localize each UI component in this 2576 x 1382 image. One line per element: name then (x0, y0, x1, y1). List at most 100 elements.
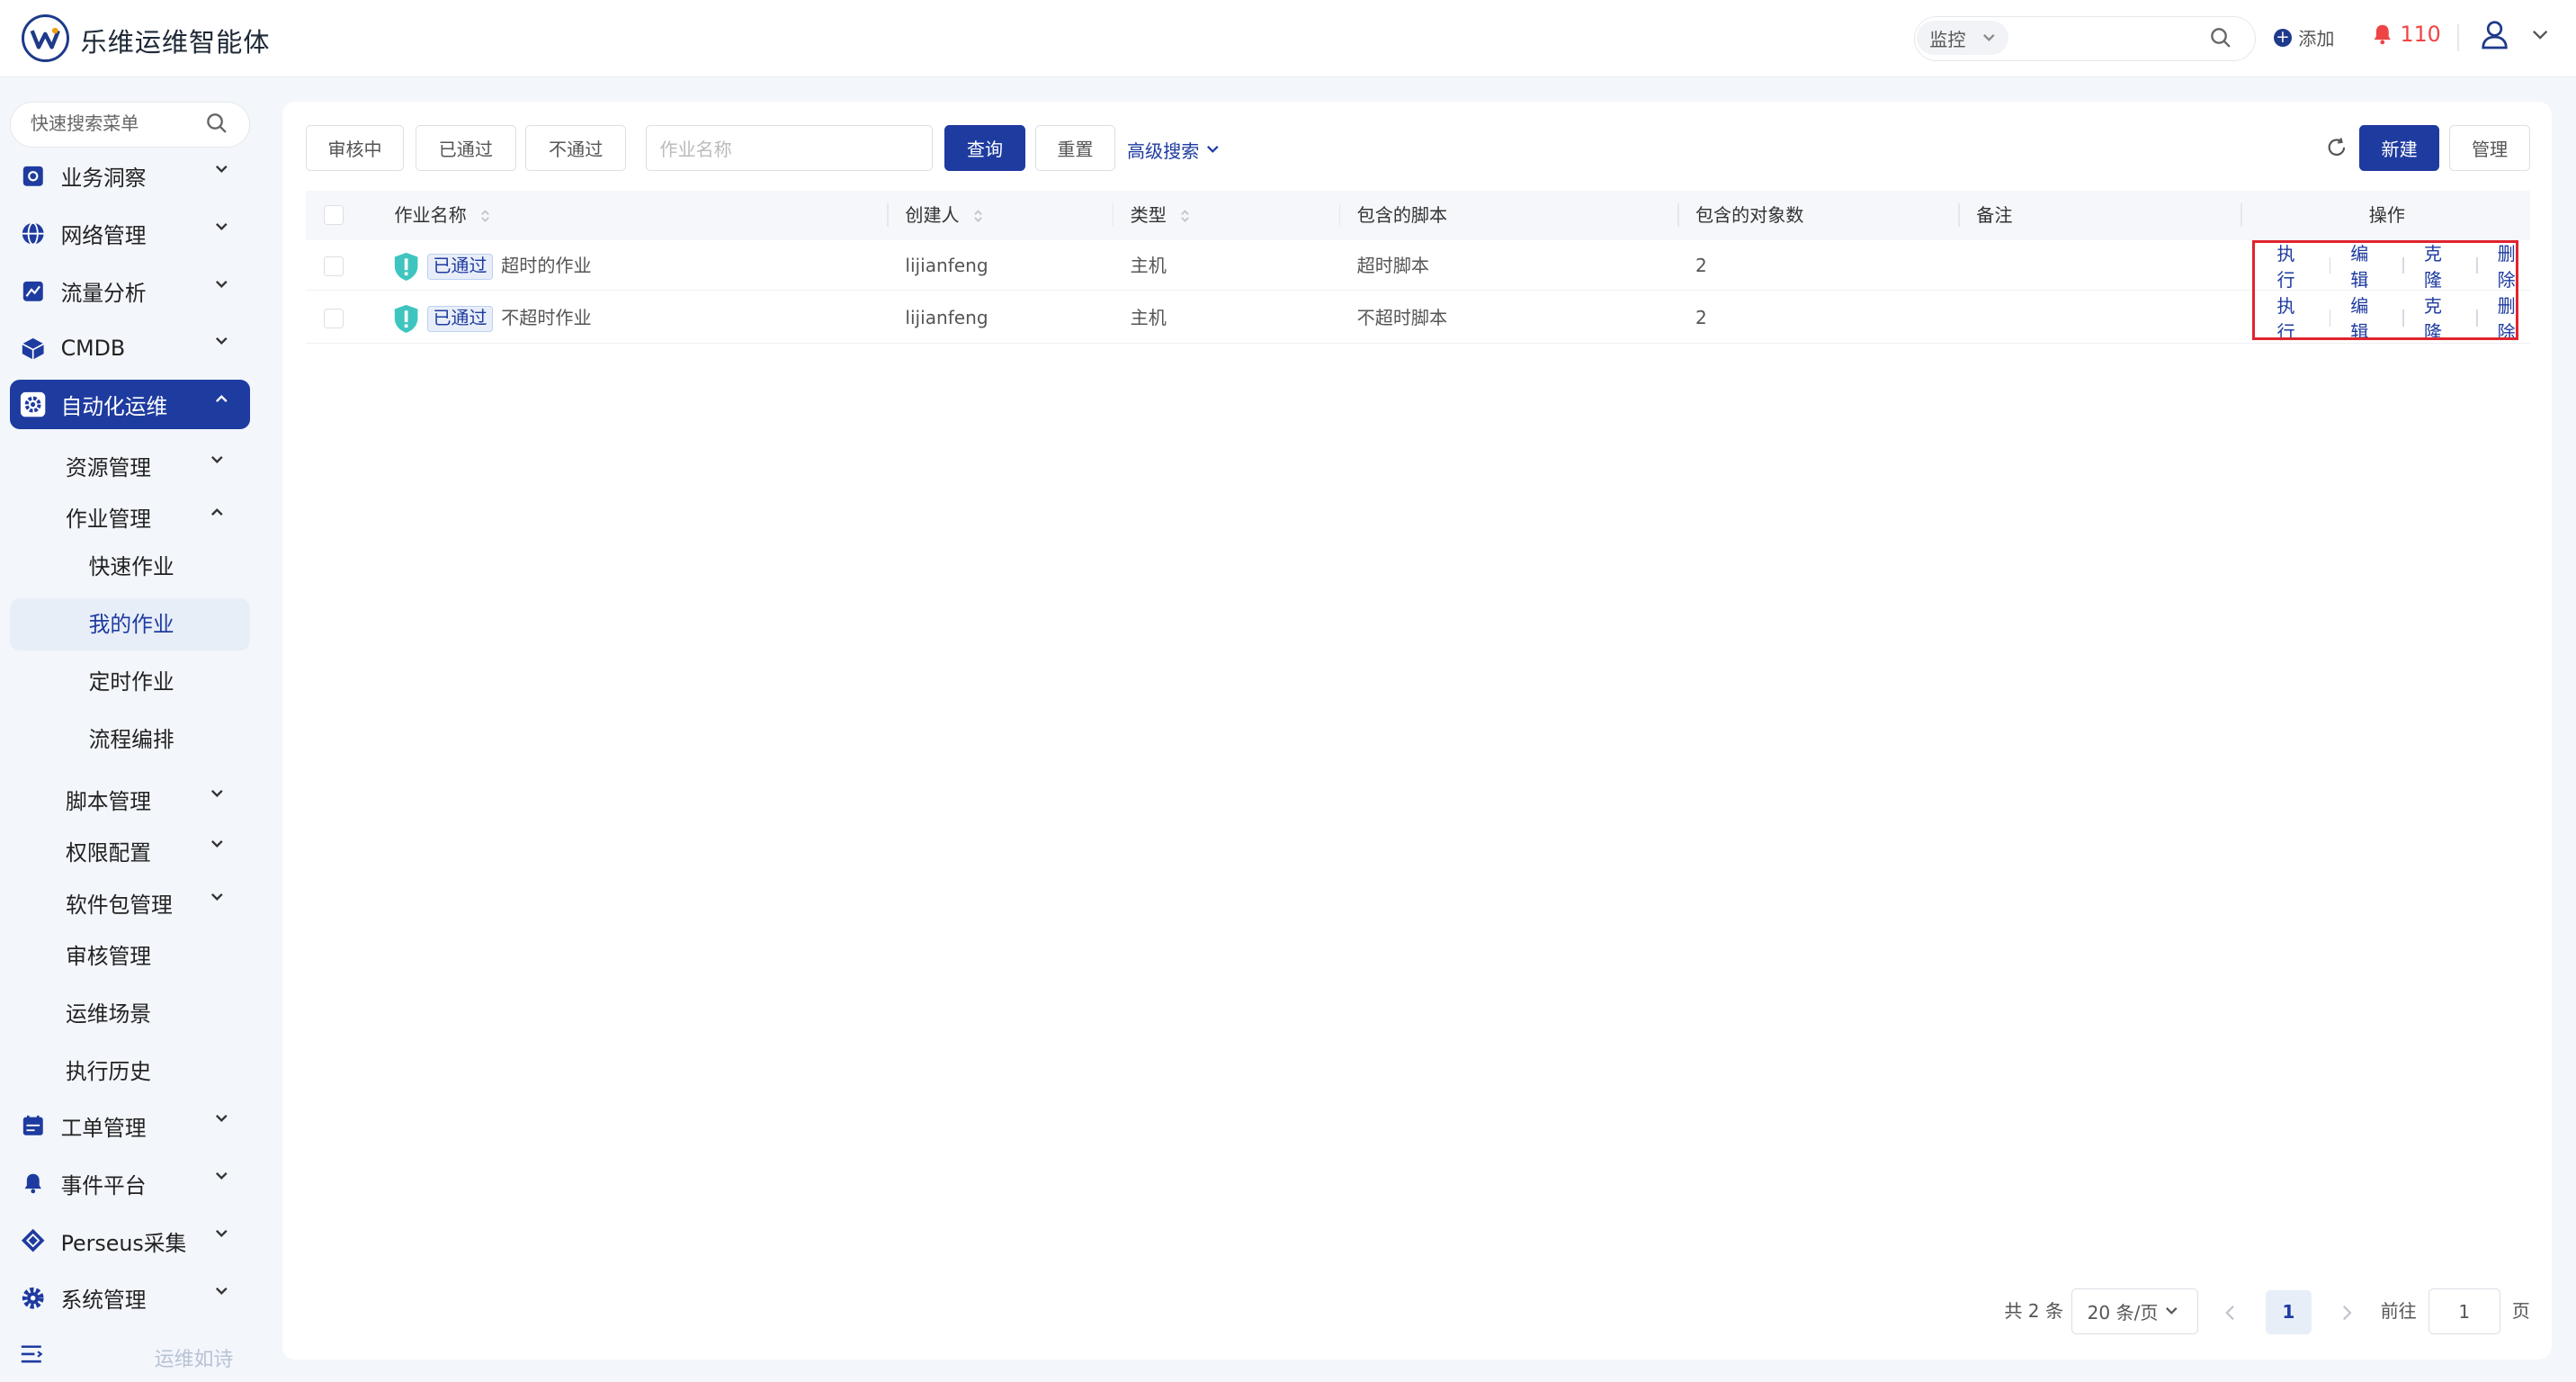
chevron-down-icon (216, 1115, 228, 1123)
type-cell: 主机 (1130, 254, 1167, 276)
search-icon[interactable] (206, 112, 228, 134)
select-all-checkbox[interactable] (323, 205, 344, 226)
column-header-note: 备注 (1976, 203, 2013, 226)
filter-passed-button[interactable]: 已通过 (416, 124, 516, 171)
sidebar-item-business-insight[interactable]: 业务洞察 (10, 151, 250, 201)
add-button[interactable]: + 添加 (2273, 24, 2334, 50)
global-search[interactable]: 监控 (1913, 16, 2256, 61)
sidebar-item-system[interactable]: 系统管理 (10, 1274, 250, 1324)
filter-rejected-button[interactable]: 不通过 (525, 124, 626, 171)
sidebar-leaf-scheduled-job[interactable]: 定时作业 (10, 656, 250, 708)
sidebar-sub-script[interactable]: 脚本管理 (66, 784, 223, 815)
object-count-cell: 2 (1695, 254, 1707, 276)
sidebar-item-traffic[interactable]: 流量分析 (10, 266, 250, 316)
next-page-icon[interactable] (2341, 1305, 2353, 1321)
refresh-icon[interactable] (2326, 137, 2348, 158)
bell-icon (20, 1170, 46, 1196)
column-header-type[interactable]: 类型 (1131, 191, 1191, 240)
goto-page-input[interactable]: 1 (2428, 1288, 2500, 1335)
prev-page-icon[interactable] (2224, 1305, 2236, 1321)
diamond-icon (20, 1227, 46, 1253)
leaf-label: 流程编排 (88, 726, 174, 752)
collapse-menu-icon[interactable] (20, 1344, 43, 1364)
chevron-down-icon[interactable] (2532, 30, 2548, 41)
page-size-label: 20 条/页 (2087, 1302, 2159, 1324)
sidebar-sub-job[interactable]: 作业管理 (66, 501, 223, 533)
plus-icon: + (2273, 28, 2292, 47)
goto-label: 前往 (2380, 1299, 2417, 1322)
sub-item-label: 资源管理 (66, 455, 151, 481)
column-header-actions: 操作 (2368, 203, 2405, 226)
app-title: 乐维运维智能体 (80, 26, 271, 58)
object-count-cell: 2 (1695, 307, 1707, 329)
job-name-input[interactable]: 作业名称 (645, 124, 934, 171)
search-icon[interactable] (2210, 27, 2232, 49)
row-checkbox[interactable] (323, 256, 344, 276)
query-button[interactable]: 查询 (944, 124, 1025, 171)
sidebar-leaf-workflow[interactable]: 流程编排 (10, 713, 250, 766)
sort-icon[interactable] (973, 208, 983, 224)
leaf-label: 定时作业 (88, 669, 174, 695)
script-cell: 不超时脚本 (1356, 307, 1448, 329)
main-card: 审核中 已通过 不通过 作业名称 查询 重置 高级搜索 新建 管理 作业名称 创… (282, 102, 2552, 1360)
column-divider (1338, 203, 1341, 228)
sidebar: 快速搜索菜单 业务洞察 网络管理 流量分析 CMDB 自动化运维 资源管理 作业… (0, 79, 263, 1382)
sidebar-item-cmdb[interactable]: CMDB (10, 324, 250, 373)
chevron-down-icon (210, 455, 223, 463)
new-button[interactable]: 新建 (2358, 124, 2440, 171)
advanced-search-label: 高级搜索 (1126, 139, 1200, 162)
job-name-placeholder: 作业名称 (659, 138, 732, 160)
sidebar-item-perseus[interactable]: Perseus采集 (10, 1216, 250, 1266)
advanced-search-link[interactable]: 高级搜索 (1127, 137, 1219, 163)
sidebar-sub-permission[interactable]: 权限配置 (66, 835, 223, 866)
manage-button[interactable]: 管理 (2449, 124, 2530, 171)
column-header-label: 类型 (1130, 203, 1167, 226)
sidebar-item-automation[interactable]: 自动化运维 (9, 379, 250, 429)
row-checkbox[interactable] (323, 309, 344, 329)
chevron-down-icon (216, 222, 228, 230)
table-row: 已通过 不超时作业 lijianfeng 主机 不超时脚本 2 执行 编辑 克隆 … (305, 292, 2530, 344)
menu-search-placeholder: 快速搜索菜单 (30, 112, 139, 135)
sidebar-sub-review[interactable]: 审核管理 (66, 938, 151, 970)
table-row: 已通过 超时的作业 lijianfeng 主机 超时脚本 2 执行 编辑 克隆 删… (305, 240, 2530, 292)
job-name-text[interactable]: 超时的作业 (501, 255, 591, 276)
column-divider (1677, 203, 1679, 228)
leaf-label: 我的作业 (88, 611, 174, 637)
column-header-name[interactable]: 作业名称 (394, 191, 490, 240)
column-header-creator[interactable]: 创建人 (905, 191, 983, 240)
alert-count: 110 (2400, 21, 2441, 47)
search-scope-select[interactable]: 监控 (1916, 20, 2008, 56)
sidebar-sub-package[interactable]: 软件包管理 (66, 887, 223, 919)
sidebar-item-event[interactable]: 事件平台 (10, 1159, 250, 1208)
chevron-down-icon (216, 337, 228, 346)
sidebar-item-label: 业务洞察 (60, 165, 147, 191)
sidebar-item-label: 事件平台 (60, 1172, 147, 1198)
sort-icon[interactable] (480, 208, 490, 224)
user-avatar-icon[interactable] (2481, 20, 2509, 49)
script-cell: 超时脚本 (1356, 254, 1429, 276)
sort-icon[interactable] (1180, 208, 1190, 224)
bell-icon (2374, 24, 2391, 45)
sidebar-sub-history[interactable]: 执行历史 (66, 1054, 151, 1085)
sidebar-item-ticket[interactable]: 工单管理 (10, 1101, 250, 1151)
sub-item-label: 权限配置 (66, 839, 151, 866)
page-number-current[interactable]: 1 (2265, 1289, 2312, 1335)
calendar-icon (20, 1113, 46, 1139)
menu-search-input[interactable]: 快速搜索菜单 (9, 102, 250, 148)
job-name-text[interactable]: 不超时作业 (501, 307, 591, 328)
page-size-select[interactable]: 20 条/页 (2071, 1288, 2198, 1335)
sidebar-leaf-quick-job[interactable]: 快速作业 (10, 541, 250, 593)
chevron-down-icon (210, 893, 223, 901)
sub-item-label: 脚本管理 (66, 789, 151, 815)
sidebar-item-network[interactable]: 网络管理 (10, 209, 250, 258)
filter-pending-button[interactable]: 审核中 (305, 124, 405, 171)
status-badge: 已通过 (426, 305, 494, 333)
shield-check-icon (394, 305, 417, 334)
sidebar-leaf-my-jobs[interactable]: 我的作业 (9, 597, 250, 651)
column-divider (887, 203, 890, 228)
reset-button[interactable]: 重置 (1034, 124, 1116, 171)
alert-notification[interactable]: 110 (2371, 22, 2441, 47)
sidebar-sub-resource[interactable]: 资源管理 (66, 450, 223, 481)
sidebar-sub-scenario[interactable]: 运维场景 (66, 996, 151, 1028)
chevron-down-icon (216, 165, 228, 173)
